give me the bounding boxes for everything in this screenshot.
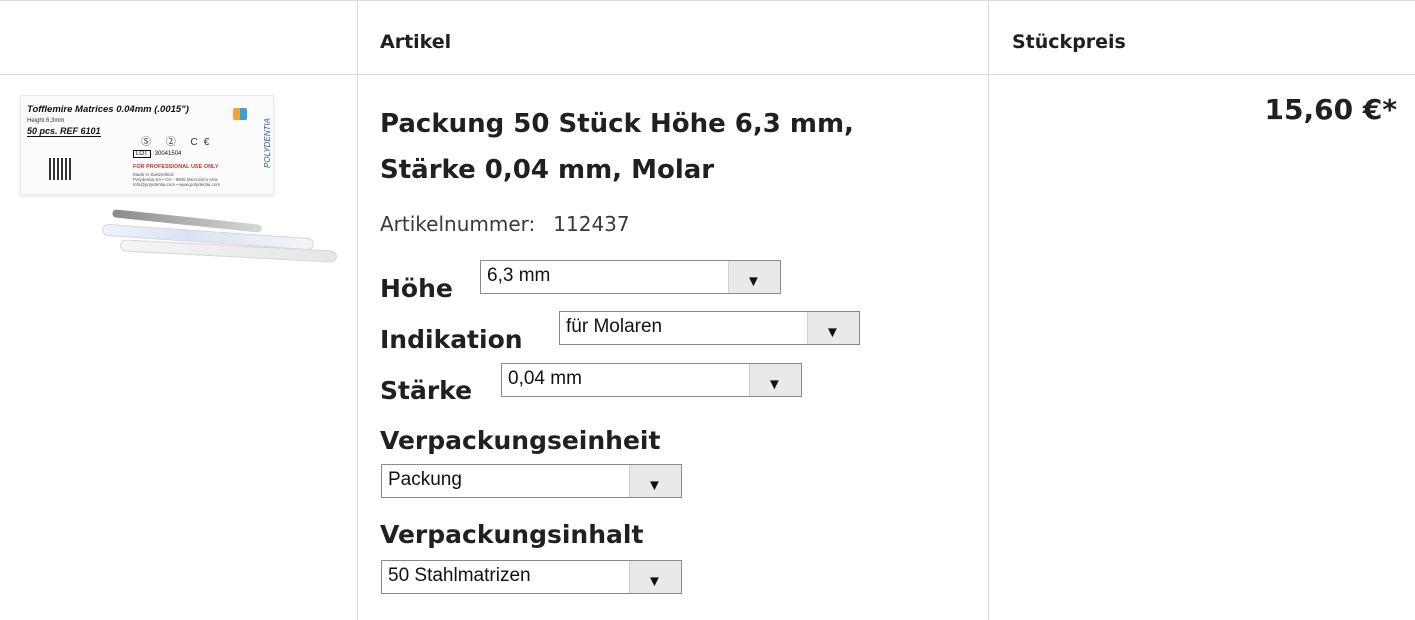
header-divider — [0, 74, 1415, 75]
column-divider-2 — [988, 0, 989, 620]
indication-label: Indikation — [380, 325, 523, 354]
certification-icons: Ⓢ ② C€ — [141, 137, 216, 148]
product-package: Tofflemire Matrices 0.04mm (.0015") Heig… — [20, 95, 274, 195]
height-select[interactable]: 6,3 mm ▼ — [480, 260, 781, 294]
height-label: Höhe — [380, 274, 453, 303]
top-border — [0, 0, 1415, 1]
column-header-unit-price: Stückpreis — [1012, 31, 1126, 53]
chevron-down-icon: ▼ — [807, 312, 859, 344]
brand-logo-icon — [233, 108, 247, 120]
packaging-content-label: Verpackungsinhalt — [380, 520, 644, 549]
chevron-down-icon: ▼ — [629, 465, 681, 497]
packaging-unit-label: Verpackungseinheit — [380, 426, 661, 455]
column-header-article: Artikel — [380, 31, 452, 53]
unit-price: 15,60 €* — [1264, 93, 1397, 126]
article-number: Artikelnummer: 112437 — [380, 212, 630, 236]
column-divider-1 — [357, 0, 358, 620]
qr-code-icon — [49, 158, 71, 180]
product-title[interactable]: Packung 50 Stück Höhe 6,3 mm, Stärke 0,0… — [380, 101, 940, 193]
thickness-label: Stärke — [380, 376, 473, 405]
chevron-down-icon: ▼ — [749, 364, 801, 396]
chevron-down-icon: ▼ — [728, 261, 780, 293]
chevron-down-icon: ▼ — [629, 561, 681, 593]
packaging-unit-select[interactable]: Packung ▼ — [381, 464, 682, 498]
indication-select[interactable]: für Molaren ▼ — [559, 311, 860, 345]
thickness-select[interactable]: 0,04 mm ▼ — [501, 363, 802, 397]
product-image[interactable]: Tofflemire Matrices 0.04mm (.0015") Heig… — [20, 95, 338, 275]
packaging-content-select[interactable]: 50 Stahlmatrizen ▼ — [381, 560, 682, 594]
